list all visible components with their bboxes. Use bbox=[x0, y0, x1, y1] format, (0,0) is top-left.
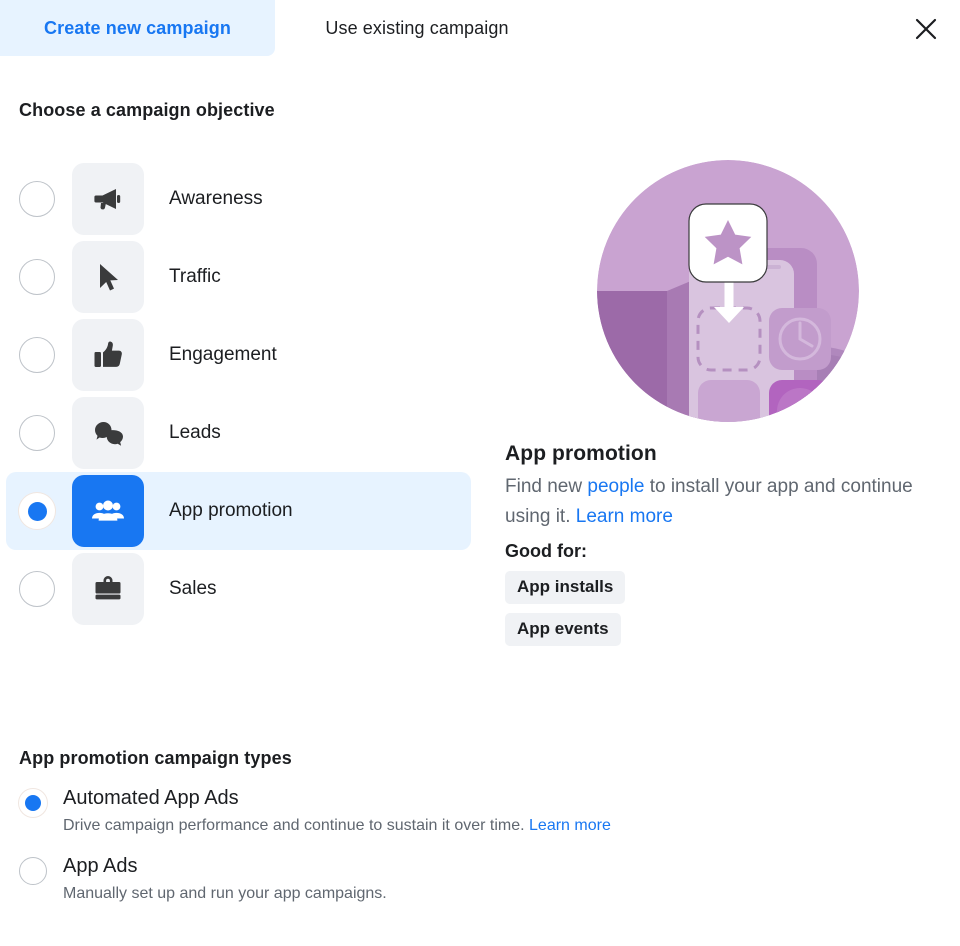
campaign-type-automated-app-ads[interactable]: Automated App Ads Drive campaign perform… bbox=[19, 786, 819, 836]
radio-traffic[interactable] bbox=[19, 259, 55, 295]
speech-bubbles-icon bbox=[91, 416, 125, 450]
objective-label: Sales bbox=[169, 578, 217, 600]
desc-text: Drive campaign performance and continue … bbox=[63, 817, 529, 834]
learn-more-link[interactable]: Learn more bbox=[576, 506, 673, 527]
icon-tile-app-promotion bbox=[72, 475, 144, 547]
campaign-type-description: Drive campaign performance and continue … bbox=[63, 815, 611, 836]
icon-tile-traffic bbox=[72, 241, 144, 313]
campaign-type-text: App Ads Manually set up and run your app… bbox=[63, 854, 387, 904]
megaphone-icon bbox=[91, 182, 125, 216]
badge-app-events: App events bbox=[505, 613, 621, 646]
icon-tile-leads bbox=[72, 397, 144, 469]
campaign-types-list: Automated App Ads Drive campaign perform… bbox=[19, 786, 819, 922]
briefcase-icon bbox=[91, 572, 125, 606]
objective-label: App promotion bbox=[169, 500, 293, 522]
objective-list: Awareness Traffic Eng bbox=[6, 160, 471, 628]
learn-more-link[interactable]: Learn more bbox=[529, 817, 611, 834]
objective-label: Leads bbox=[169, 422, 221, 444]
app-promotion-illustration bbox=[597, 160, 859, 422]
objective-row-awareness[interactable]: Awareness bbox=[6, 160, 471, 238]
campaign-type-name: Automated App Ads bbox=[63, 786, 611, 811]
tab-use-existing-campaign[interactable]: Use existing campaign bbox=[275, 0, 559, 56]
radio-leads[interactable] bbox=[19, 415, 55, 451]
tab-bar: Create new campaign Use existing campaig… bbox=[0, 0, 960, 56]
tab-create-new-campaign[interactable]: Create new campaign bbox=[0, 0, 275, 56]
campaign-type-description: Manually set up and run your app campaig… bbox=[63, 883, 387, 904]
radio-dot bbox=[28, 502, 47, 521]
objective-row-sales[interactable]: Sales bbox=[6, 550, 471, 628]
objective-label: Traffic bbox=[169, 266, 221, 288]
icon-tile-awareness bbox=[72, 163, 144, 235]
radio-app-ads[interactable] bbox=[19, 857, 47, 885]
radio-automated-app-ads[interactable] bbox=[19, 789, 47, 817]
objective-label: Awareness bbox=[169, 188, 263, 210]
icon-tile-sales bbox=[72, 553, 144, 625]
radio-sales[interactable] bbox=[19, 571, 55, 607]
badge-row: App installs bbox=[505, 571, 925, 613]
info-panel-title: App promotion bbox=[505, 442, 925, 466]
objective-info-panel: App promotion Find new people to install… bbox=[505, 160, 925, 655]
people-link[interactable]: people bbox=[587, 476, 644, 497]
objective-section-title: Choose a campaign objective bbox=[19, 100, 275, 121]
good-for-badges: App installs App events bbox=[505, 571, 925, 655]
desc-text-1: Find new bbox=[505, 476, 587, 497]
radio-awareness[interactable] bbox=[19, 181, 55, 217]
close-icon bbox=[914, 17, 938, 41]
objective-row-app-promotion[interactable]: App promotion bbox=[6, 472, 471, 550]
campaign-types-title: App promotion campaign types bbox=[19, 748, 292, 769]
objective-row-engagement[interactable]: Engagement bbox=[6, 316, 471, 394]
icon-tile-engagement bbox=[72, 319, 144, 391]
people-group-icon bbox=[91, 494, 125, 528]
objective-label: Engagement bbox=[169, 344, 277, 366]
cursor-icon bbox=[91, 260, 125, 294]
badge-app-installs: App installs bbox=[505, 571, 625, 604]
desc-text: Manually set up and run your app campaig… bbox=[63, 885, 387, 902]
thumbs-up-icon bbox=[91, 338, 125, 372]
badge-row: App events bbox=[505, 613, 925, 655]
radio-app-promotion[interactable] bbox=[19, 493, 55, 529]
radio-dot bbox=[25, 795, 41, 811]
radio-engagement[interactable] bbox=[19, 337, 55, 373]
tab-label: Use existing campaign bbox=[325, 18, 508, 39]
close-button[interactable] bbox=[907, 10, 945, 48]
campaign-type-text: Automated App Ads Drive campaign perform… bbox=[63, 786, 611, 836]
good-for-label: Good for: bbox=[505, 541, 925, 562]
objective-row-leads[interactable]: Leads bbox=[6, 394, 471, 472]
tab-label: Create new campaign bbox=[44, 18, 231, 39]
objective-row-traffic[interactable]: Traffic bbox=[6, 238, 471, 316]
info-panel-description: Find new people to install your app and … bbox=[505, 472, 915, 532]
campaign-type-name: App Ads bbox=[63, 854, 387, 879]
campaign-type-app-ads[interactable]: App Ads Manually set up and run your app… bbox=[19, 854, 819, 904]
